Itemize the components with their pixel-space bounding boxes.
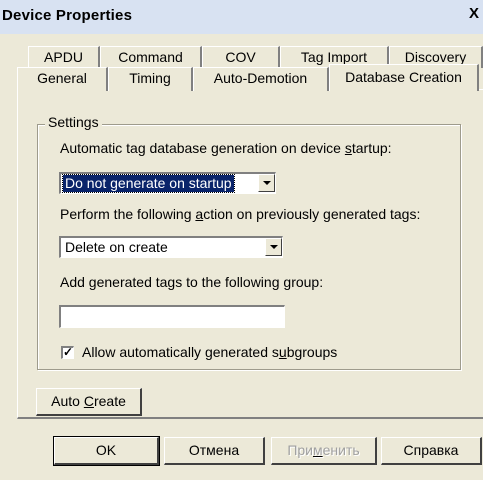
tab-apdu[interactable]: APDU xyxy=(28,46,100,68)
chevron-down-icon[interactable] xyxy=(265,238,282,256)
group-input[interactable] xyxy=(59,305,285,328)
subgroups-label: Allow automatically generated subgroups xyxy=(82,344,338,360)
close-button[interactable]: X xyxy=(469,5,483,27)
tab-cov[interactable]: COV xyxy=(202,46,280,68)
startup-dropdown[interactable]: Do not generate on startup xyxy=(59,172,276,194)
ok-button[interactable]: OK xyxy=(53,436,160,466)
tab-timing[interactable]: Timing xyxy=(108,67,193,91)
tab-auto-demotion[interactable]: Auto-Demotion xyxy=(193,67,329,91)
dialog-title: Device Properties xyxy=(2,7,133,24)
subgroups-checkbox[interactable]: ✓ xyxy=(61,346,74,359)
action-label: Perform the following action on previous… xyxy=(60,206,421,222)
tab-command[interactable]: Command xyxy=(100,46,202,68)
auto-create-button[interactable]: Auto Create xyxy=(36,388,142,416)
action-dropdown-value: Delete on create xyxy=(65,239,168,255)
help-button[interactable]: Справка xyxy=(381,437,482,465)
settings-group-label: Settings xyxy=(45,114,102,130)
chevron-down-icon[interactable] xyxy=(258,174,275,192)
device-properties-dialog: Device Properties X APDU Command COV Tag… xyxy=(0,0,483,480)
cancel-button[interactable]: Отмена xyxy=(164,437,265,465)
action-dropdown[interactable]: Delete on create xyxy=(59,236,283,258)
apply-button[interactable]: Применить xyxy=(271,437,377,465)
tab-general[interactable]: General xyxy=(17,67,108,91)
startup-dropdown-value: Do not generate on startup xyxy=(62,174,235,193)
startup-label: Automatic tag database generation on dev… xyxy=(60,140,392,156)
title-bar: Device Properties X xyxy=(0,0,483,34)
group-field-label: Add generated tags to the following grou… xyxy=(60,274,324,290)
tab-database-creation[interactable]: Database Creation xyxy=(329,64,479,91)
